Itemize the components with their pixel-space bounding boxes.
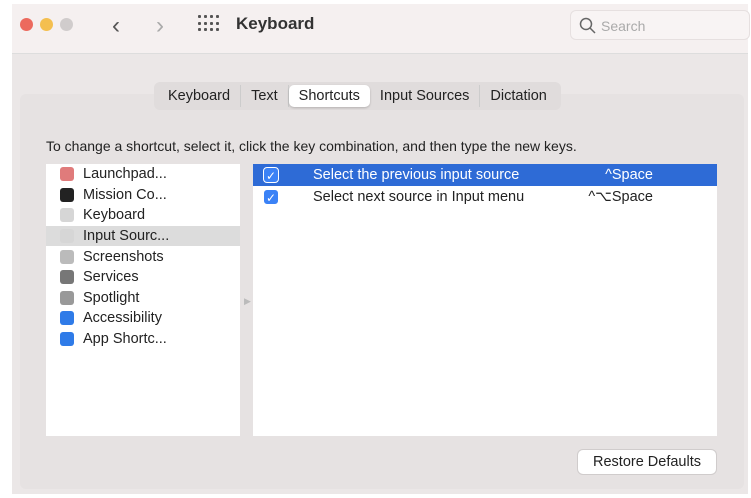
launchpad-icon: [60, 167, 74, 182]
search-icon: [579, 17, 596, 34]
category-label: Input Sourc...: [83, 228, 170, 245]
category-item[interactable]: Accessibility: [46, 308, 240, 329]
category-label: Launchpad...: [83, 166, 167, 183]
restore-defaults-button[interactable]: Restore Defaults: [578, 450, 716, 474]
shortcut-key[interactable]: ^Space: [605, 167, 653, 183]
shortcut-label: Select the previous input source: [313, 167, 520, 183]
accessibility-icon: [60, 311, 74, 326]
category-item[interactable]: Spotlight: [46, 288, 240, 309]
gear-icon: [60, 270, 74, 285]
category-item[interactable]: Screenshots: [46, 246, 240, 267]
search-field[interactable]: Search: [570, 10, 750, 40]
back-icon[interactable]: ‹: [112, 12, 120, 40]
app-store-icon: [60, 332, 74, 347]
minimize-button[interactable]: [40, 18, 53, 31]
show-all-grid-icon[interactable]: [198, 15, 220, 33]
window-title: Keyboard: [236, 14, 315, 33]
category-label: App Shortc...: [83, 331, 167, 348]
search-placeholder: Search: [601, 18, 646, 34]
category-item[interactable]: Mission Co...: [46, 185, 240, 206]
input-sources-icon: [60, 229, 74, 244]
tab-shortcuts[interactable]: Shortcuts: [288, 85, 370, 107]
shortcut-row[interactable]: ✓ Select the previous input source ^Space: [253, 164, 717, 186]
tab-keyboard[interactable]: Keyboard: [158, 85, 242, 107]
category-label: Accessibility: [83, 310, 162, 327]
split-handle-icon[interactable]: ▶: [244, 296, 251, 307]
shortcut-list: ✓ Select the previous input source ^Space ✓…: [253, 164, 717, 436]
shortcut-key[interactable]: ^⌥Space: [588, 189, 653, 205]
mission-control-icon: [60, 187, 74, 202]
tab-dictation[interactable]: Dictation: [480, 85, 556, 107]
title-bar: ‹ › Keyboard Search: [12, 4, 750, 54]
shortcut-checkbox[interactable]: ✓: [263, 167, 279, 183]
category-item[interactable]: Input Sourc...: [46, 225, 240, 247]
category-label: Screenshots: [83, 248, 164, 265]
category-label: Mission Co...: [83, 186, 167, 203]
shortcut-label: Select next source in Input menu: [313, 189, 525, 205]
tab-bar: Keyboard Text Shortcuts Input Sources Dictat…: [154, 82, 561, 110]
category-list: Launchpad... Mission Co... Keyboard Input S…: [46, 164, 240, 436]
tab-input-sources[interactable]: Input Sources: [370, 85, 481, 107]
close-button[interactable]: [20, 18, 33, 31]
instruction-text: To change a shortcut, select it, click t…: [46, 138, 577, 154]
category-item[interactable]: Keyboard: [46, 205, 240, 226]
category-label: Spotlight: [83, 289, 140, 306]
category-item[interactable]: Launchpad...: [46, 164, 240, 185]
category-label: Services: [83, 269, 139, 286]
forward-icon[interactable]: ›: [156, 12, 164, 40]
shortcut-checkbox[interactable]: ✓: [263, 189, 279, 205]
category-label: Keyboard: [83, 207, 146, 224]
magnifier-icon: [60, 290, 74, 305]
screenshots-icon: [60, 249, 74, 264]
zoom-button[interactable]: [60, 18, 73, 31]
keyboard-icon: [60, 208, 74, 223]
shortcut-row[interactable]: ✓ Select next source in Input menu ^⌥Space: [253, 186, 717, 208]
preferences-window: ‹ › Keyboard Search Keyboard Text Shortcut…: [12, 4, 750, 494]
tab-text[interactable]: Text: [241, 85, 289, 107]
category-item[interactable]: App Shortc...: [46, 329, 240, 350]
category-item[interactable]: Services: [46, 267, 240, 288]
